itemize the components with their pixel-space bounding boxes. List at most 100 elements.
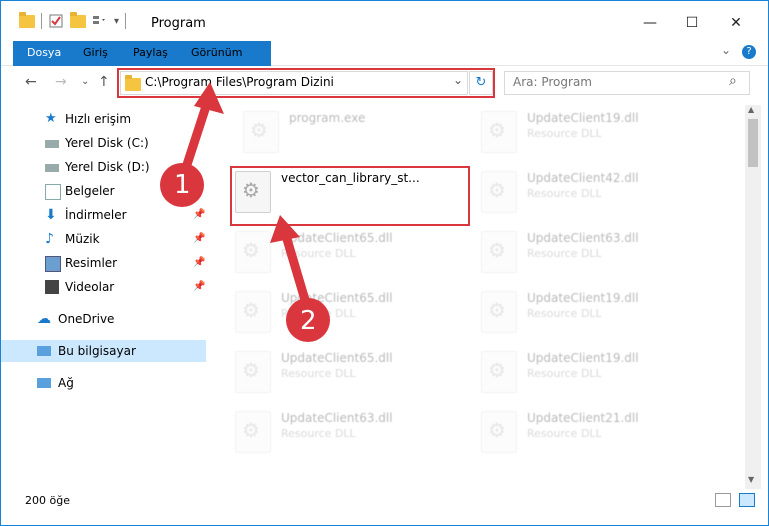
file-description: Resource DLL	[527, 247, 602, 260]
sidebar-item-onedrive[interactable]: ☁ OneDrive	[1, 308, 206, 330]
tab-share[interactable]: Paylaş	[121, 41, 180, 65]
file-name: program.exe	[289, 111, 366, 125]
list-item[interactable]: UpdateClient42.dll Resource DLL	[453, 165, 683, 215]
sidebar-item-music[interactable]: ♪ Müzik 📌	[1, 228, 206, 250]
sidebar-item-label: Resimler	[65, 256, 118, 270]
forward-button[interactable]: →	[55, 74, 67, 90]
sidebar-item-pictures[interactable]: Resimler 📌	[1, 252, 206, 274]
properties-icon[interactable]	[48, 13, 64, 29]
new-folder-icon[interactable]	[70, 11, 86, 28]
arrow-1	[160, 82, 224, 207]
quick-access-toolbar: ▾	[19, 11, 127, 29]
exe-file-icon	[243, 111, 279, 153]
tab-home[interactable]: Giriş	[71, 41, 120, 65]
pictures-icon	[45, 256, 61, 272]
file-name: UpdateClient19.dll	[527, 351, 639, 365]
star-icon: ★	[45, 111, 57, 126]
minimize-button[interactable]: —	[627, 9, 673, 37]
sidebar-item-videos[interactable]: Videolar 📌	[1, 276, 206, 298]
sidebar-item-label: İndirmeler	[65, 208, 127, 222]
dropdown-icon[interactable]: ▾	[114, 16, 119, 27]
file-name: UpdateClient42.dll	[527, 171, 639, 185]
file-name: UpdateClient65.dll	[281, 351, 393, 365]
videos-icon	[45, 280, 59, 294]
divider	[41, 13, 42, 29]
pin-icon[interactable]: 📌	[193, 276, 205, 298]
sidebar-item-label: OneDrive	[58, 312, 115, 326]
cloud-icon: ☁	[37, 311, 51, 327]
search-icon[interactable]: ⌕	[729, 73, 737, 89]
dll-file-icon	[235, 291, 271, 333]
file-description: Resource DLL	[527, 187, 602, 200]
customize-toolbar-icon[interactable]	[92, 13, 108, 29]
drive-icon	[45, 140, 59, 148]
list-item[interactable]: UpdateClient63.dll Resource DLL	[453, 225, 683, 275]
dll-file-icon	[481, 111, 517, 153]
pin-icon[interactable]: 📌	[193, 252, 205, 274]
sidebar-item-label: Yerel Disk (D:)	[65, 160, 150, 174]
search-input[interactable]: Ara: Program	[513, 75, 592, 89]
list-item[interactable]: UpdateClient63.dll Resource DLL	[207, 405, 437, 455]
file-description: Resource DLL	[527, 367, 602, 380]
divider	[125, 13, 127, 29]
close-button[interactable]: ✕	[713, 9, 759, 37]
computer-icon	[37, 346, 51, 356]
scroll-up-icon[interactable]: ▲	[748, 105, 754, 114]
back-button[interactable]: ←	[25, 74, 37, 90]
dll-file-icon	[481, 411, 517, 453]
tab-view[interactable]: Görünüm	[179, 41, 254, 65]
pin-icon[interactable]: 📌	[193, 228, 205, 250]
sidebar-item-this-pc[interactable]: Bu bilgisayar	[1, 340, 206, 362]
download-icon: ⬇	[45, 207, 57, 223]
dll-file-icon	[235, 411, 271, 453]
list-item[interactable]: UpdateClient65.dll Resource DLL	[207, 345, 437, 395]
file-description: Resource DLL	[281, 367, 356, 380]
list-item[interactable]: program.exe	[215, 105, 445, 155]
scrollbar-thumb[interactable]	[748, 119, 758, 167]
help-icon[interactable]: ?	[742, 45, 756, 59]
file-name: UpdateClient19.dll	[527, 111, 639, 125]
dll-file-icon	[481, 291, 517, 333]
dll-file-icon	[235, 231, 271, 273]
network-icon	[37, 378, 51, 388]
ribbon-expand-icon[interactable]: ⌄	[721, 43, 731, 57]
file-name: UpdateClient19.dll	[527, 291, 639, 305]
sidebar-item-label: Yerel Disk (C:)	[65, 136, 149, 150]
sidebar-item-label: Ağ	[58, 376, 74, 390]
list-item[interactable]: UpdateClient19.dll Resource DLL	[453, 345, 683, 395]
dll-file-icon	[481, 231, 517, 273]
maximize-button[interactable]: ☐	[669, 9, 715, 37]
list-item[interactable]: UpdateClient21.dll Resource DLL	[453, 405, 683, 455]
vertical-scrollbar[interactable]: ▲ ▼	[745, 105, 761, 489]
window-title: Program	[151, 16, 206, 31]
details-view-icon[interactable]	[715, 493, 731, 507]
file-description: Resource DLL	[527, 427, 602, 440]
list-item[interactable]: UpdateClient19.dll Resource DLL	[453, 105, 683, 155]
scroll-down-icon[interactable]: ▼	[748, 475, 754, 484]
dll-file-icon	[235, 351, 271, 393]
file-description: Resource DLL	[527, 307, 602, 320]
drive-icon	[45, 164, 59, 172]
sidebar-item-network[interactable]: Ağ	[1, 372, 206, 394]
callout-1: 1	[174, 170, 191, 200]
folder-icon	[19, 11, 35, 28]
dll-file-icon	[481, 351, 517, 393]
list-item[interactable]: UpdateClient19.dll Resource DLL	[453, 285, 683, 335]
ribbon: Dosya Giriş Paylaş Görünüm ⌄ ?	[1, 41, 768, 91]
dll-file-icon	[481, 171, 517, 213]
title-bar: ▾ Program — ☐ ✕	[1, 1, 768, 41]
sidebar-item-label: Videolar	[65, 280, 115, 294]
sidebar-item-label: Hızlı erişim	[65, 112, 132, 126]
callout-2: 2	[300, 306, 317, 336]
up-button[interactable]: ↑	[98, 74, 110, 90]
sidebar-item-label: Bu bilgisayar	[58, 344, 136, 358]
file-description: Resource DLL	[527, 127, 602, 140]
item-count: 200 öğe	[25, 494, 70, 507]
search-box[interactable]: Ara: Program ⌕	[504, 71, 750, 95]
file-highlight-box	[230, 166, 470, 226]
large-icons-view-icon[interactable]	[739, 493, 755, 507]
sidebar-item-label: Müzik	[65, 232, 100, 246]
recent-locations-button[interactable]: ⌄	[81, 76, 89, 87]
file-name: UpdateClient63.dll	[527, 231, 639, 245]
sidebar-item-label: Belgeler	[65, 184, 115, 198]
